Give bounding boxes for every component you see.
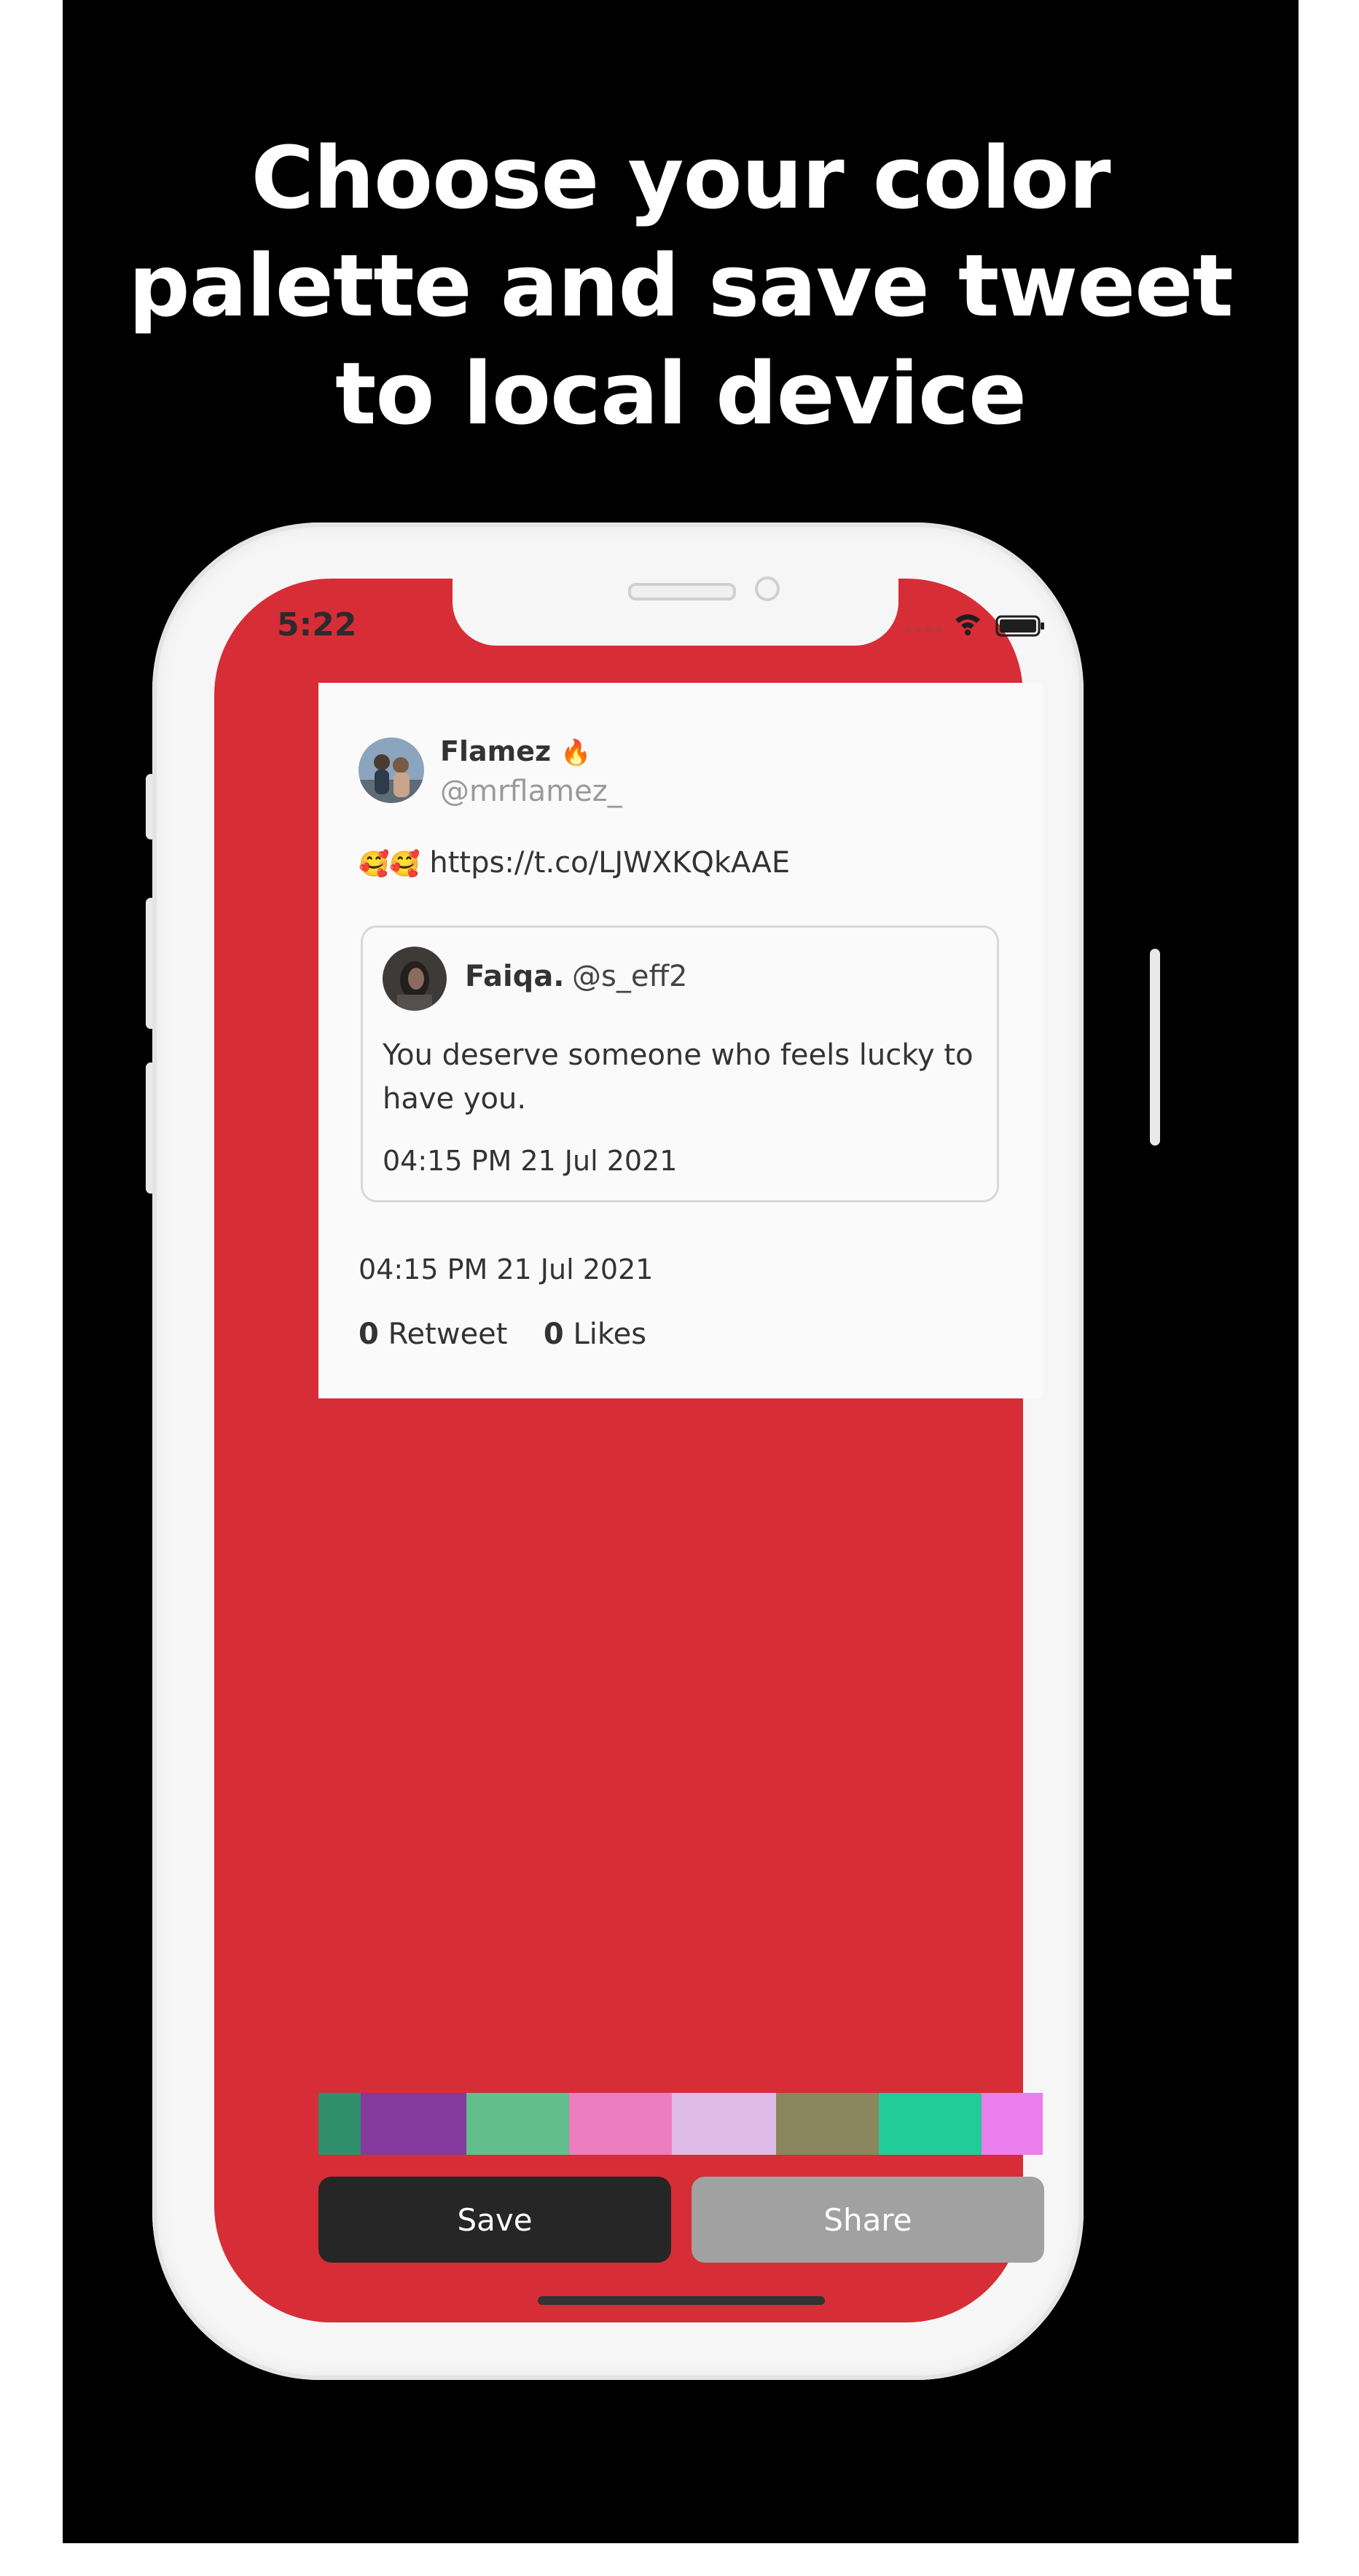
likes-label: Likes — [573, 1318, 647, 1351]
color-swatch[interactable] — [776, 2093, 879, 2155]
tweet-card: Flamez 🔥 @mrflamez_ 🥰🥰 https://t.co/LJWX… — [318, 683, 1043, 1398]
color-swatch[interactable] — [982, 2093, 1043, 2155]
headline-line-3: to local device — [334, 343, 1027, 444]
color-swatch[interactable] — [879, 2093, 982, 2155]
author-avatar-image — [359, 737, 424, 803]
status-time: 5:22 — [277, 606, 357, 643]
author-name: Flamez 🔥 — [440, 735, 592, 767]
battery-icon — [995, 615, 1044, 637]
home-indicator — [538, 2296, 825, 2305]
headline-line-2: palette and save tweet — [128, 235, 1233, 336]
quoted-author-avatar-image — [383, 947, 447, 1011]
tweet-stats: 0 Retweet 0 Likes — [359, 1318, 646, 1351]
front-camera — [755, 576, 780, 601]
tweet-text: 🥰🥰 https://t.co/LJWXKQkAAE — [359, 846, 790, 880]
status-icons — [905, 614, 1044, 637]
retweet-label: Retweet — [388, 1318, 508, 1351]
author-avatar — [359, 737, 424, 803]
save-button[interactable]: Save — [318, 2177, 671, 2263]
smiling-face-with-hearts-icon: 🥰🥰 — [359, 850, 420, 879]
tweet-link[interactable]: https://t.co/LJWXKQkAAE — [429, 846, 790, 880]
color-swatch[interactable] — [318, 2093, 361, 2155]
fire-icon: 🔥 — [560, 738, 592, 767]
phone-power-button — [1150, 949, 1160, 1146]
headline: Choose your color palette and save tweet… — [63, 124, 1299, 447]
signal-icon — [905, 627, 941, 633]
color-swatch[interactable] — [361, 2093, 466, 2155]
speaker-grille — [628, 583, 736, 600]
quoted-timestamp: 04:15 PM 21 Jul 2021 — [383, 1145, 678, 1177]
quoted-author-handle: @s_eff2 — [572, 960, 688, 993]
quoted-text-line-2: have you. — [383, 1082, 527, 1116]
share-button[interactable]: Share — [692, 2177, 1044, 2263]
likes-count: 0 — [543, 1318, 564, 1351]
tweet-timestamp: 04:15 PM 21 Jul 2021 — [359, 1253, 654, 1285]
author-name-text: Flamez — [440, 735, 552, 767]
headline-line-1: Choose your color — [251, 128, 1111, 228]
quoted-text-line-1: You deserve someone who feels lucky to — [383, 1038, 974, 1072]
retweet-count: 0 — [359, 1318, 379, 1351]
color-swatch[interactable] — [672, 2093, 776, 2155]
quoted-author-avatar — [383, 947, 447, 1011]
color-palette — [318, 2093, 1043, 2155]
quoted-author-name: Faiqa. — [465, 960, 565, 993]
author-handle: @mrflamez_ — [440, 775, 622, 808]
wifi-icon — [955, 614, 980, 635]
quoted-text: You deserve someone who feels lucky to h… — [383, 1033, 974, 1121]
color-swatch[interactable] — [569, 2093, 672, 2155]
quoted-tweet[interactable]: Faiqa. @s_eff2 You deserve someone who f… — [361, 925, 999, 1202]
color-swatch[interactable] — [466, 2093, 569, 2155]
